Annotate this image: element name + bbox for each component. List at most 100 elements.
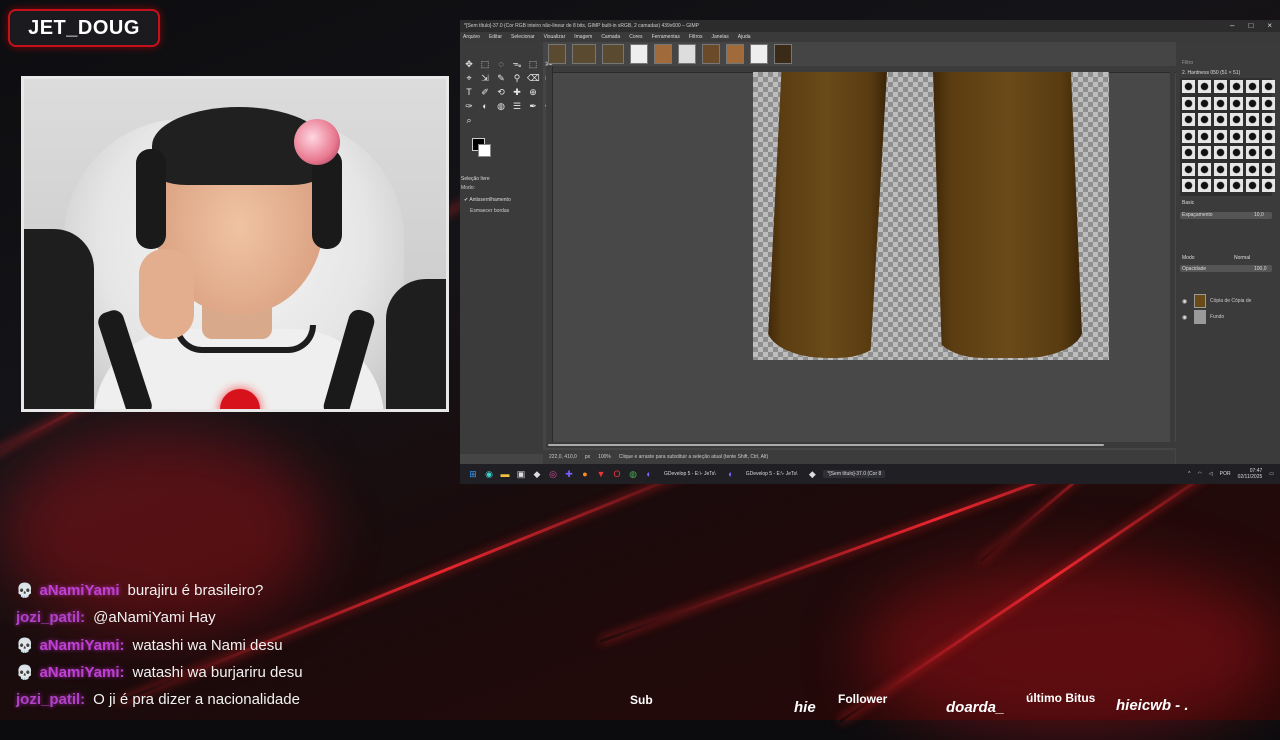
brush-item[interactable] [1246, 162, 1259, 176]
menu-arquivo[interactable]: Arquivo [463, 34, 480, 40]
taskbar-app[interactable]: GDevelop 5 - E:\- JeTs\ [742, 470, 802, 478]
gdevelop-icon[interactable]: ◐ [644, 469, 654, 479]
brush-item[interactable] [1198, 162, 1211, 176]
rotate-tool-icon[interactable]: ⟲ [495, 86, 507, 98]
brush-item[interactable] [1262, 162, 1275, 176]
instagram-icon[interactable]: ◎ [548, 469, 558, 479]
horizontal-scrollbar[interactable] [546, 442, 1176, 448]
brush-item[interactable] [1214, 146, 1227, 160]
vertical-scrollbar[interactable] [1170, 66, 1175, 442]
brush-item[interactable] [1230, 80, 1243, 93]
paths-tool-icon[interactable]: ☰ [511, 100, 523, 112]
brush-item[interactable] [1214, 179, 1227, 193]
visibility-eye-icon[interactable]: ◉ [1182, 298, 1190, 305]
image-tab[interactable] [726, 44, 744, 64]
image-tab[interactable] [702, 44, 720, 64]
brush-item[interactable] [1182, 162, 1195, 176]
gdevelop-icon[interactable]: ◐ [726, 469, 736, 479]
menu-editar[interactable]: Editar [489, 34, 502, 40]
brush-item[interactable] [1214, 162, 1227, 176]
chrome-icon[interactable]: ◍ [628, 469, 638, 479]
store-icon[interactable]: ▣ [516, 469, 526, 479]
menu-cores[interactable]: Cores [629, 34, 642, 40]
brush-item[interactable] [1246, 96, 1259, 110]
brush-item[interactable] [1182, 179, 1195, 193]
windows-start-icon[interactable]: ⊞ [468, 469, 478, 479]
brush-item[interactable] [1182, 113, 1195, 127]
clock[interactable]: 07:47 02/11/2025 [1238, 468, 1263, 480]
brush-item[interactable] [1230, 162, 1243, 176]
zoom-tool-icon[interactable]: ⊕ [527, 86, 539, 98]
brush-item[interactable] [1262, 129, 1275, 143]
image-tab[interactable] [678, 44, 696, 64]
brush-item[interactable] [1198, 129, 1211, 143]
brush-item[interactable] [1262, 113, 1275, 127]
color-picker-icon[interactable]: ⚲ [511, 72, 523, 84]
image-canvas[interactable] [753, 72, 1109, 360]
menu-visualizar[interactable]: Visualizar [544, 34, 566, 40]
align-tool-icon[interactable]: ⌖ [463, 72, 475, 84]
brush-item[interactable] [1182, 146, 1195, 160]
taskbar-app[interactable]: *[Sem título]-37.0 (Cor 8 [823, 470, 886, 478]
menu-selecionar[interactable]: Selecionar [511, 34, 535, 40]
brush-item[interactable] [1246, 113, 1259, 127]
language-indicator[interactable]: POR [1220, 471, 1231, 477]
image-tab[interactable] [572, 44, 596, 64]
image-tab[interactable] [602, 44, 624, 64]
pencil-icon[interactable]: ✎ [495, 72, 507, 84]
brush-item[interactable] [1262, 80, 1275, 93]
brush-item[interactable] [1214, 113, 1227, 127]
gimp-icon[interactable]: ◆ [807, 469, 817, 479]
opera-icon[interactable]: O [612, 469, 622, 479]
menu-camada[interactable]: Camada [601, 34, 620, 40]
search-icon[interactable]: ⌕ [463, 114, 475, 126]
minimize-button[interactable]: – [1230, 21, 1234, 30]
menu-imagem[interactable]: Imagem [574, 34, 592, 40]
rect-select-icon[interactable]: ⬚ [479, 58, 491, 70]
layer-row[interactable]: ◉ Fundo [1182, 310, 1276, 324]
brush-item[interactable] [1214, 96, 1227, 110]
brush-item[interactable] [1262, 179, 1275, 193]
ellipse-select-icon[interactable]: ◌ [495, 58, 507, 70]
brush-item[interactable] [1214, 129, 1227, 143]
text-tool-icon[interactable]: T [463, 86, 475, 98]
layer-mode-select[interactable]: Normal [1234, 255, 1250, 261]
brush-item[interactable] [1246, 80, 1259, 93]
brush-item[interactable] [1246, 179, 1259, 193]
brush-item[interactable] [1214, 80, 1227, 93]
image-tab[interactable] [774, 44, 792, 64]
scroll-thumb[interactable] [548, 444, 1104, 446]
fuzzy-select-icon[interactable]: ⬚ [527, 58, 539, 70]
visibility-eye-icon[interactable]: ◉ [1182, 314, 1190, 321]
brush-item[interactable] [1262, 96, 1275, 110]
free-select-icon[interactable]: ᯓ [511, 58, 523, 70]
notification-icon[interactable]: ▭ [1269, 471, 1274, 477]
brush-item[interactable] [1246, 129, 1259, 143]
background-color[interactable] [478, 144, 491, 157]
gimp-icon[interactable]: ◆ [532, 469, 542, 479]
brush-item[interactable] [1182, 96, 1195, 110]
brush-item[interactable] [1230, 179, 1243, 193]
zoom-selector[interactable]: 100% [598, 454, 611, 460]
scale-tool-icon[interactable]: ⇲ [479, 72, 491, 84]
edge-icon[interactable]: ◉ [484, 469, 494, 479]
menu-filtros[interactable]: Filtros [689, 34, 703, 40]
folder-icon[interactable]: ▬ [500, 469, 510, 479]
brush-filter-input[interactable]: Filtro [1182, 60, 1193, 66]
taskbar-app[interactable]: GDevelop 5 - E:\- JeTs\ [660, 470, 720, 478]
app-icon[interactable]: ▼ [596, 469, 606, 479]
maximize-button[interactable]: □ [1248, 21, 1253, 30]
close-button[interactable]: × [1267, 21, 1272, 30]
app-icon[interactable]: ✚ [564, 469, 574, 479]
brush-item[interactable] [1230, 146, 1243, 160]
chevron-up-icon[interactable]: ^ [1188, 471, 1190, 477]
brush-item[interactable] [1198, 80, 1211, 93]
paintbrush-icon[interactable]: ✐ [479, 86, 491, 98]
antialias-checkbox[interactable]: ✔ Antisserrilhamento [464, 197, 511, 203]
ink-tool-icon[interactable]: ✑ [463, 100, 475, 112]
volume-icon[interactable]: ◁ [1209, 471, 1213, 477]
menu-ferramentas[interactable]: Ferramentas [652, 34, 680, 40]
brush-grid[interactable] [1180, 78, 1275, 196]
image-tab[interactable] [630, 44, 648, 64]
heal-tool-icon[interactable]: ✚ [511, 86, 523, 98]
